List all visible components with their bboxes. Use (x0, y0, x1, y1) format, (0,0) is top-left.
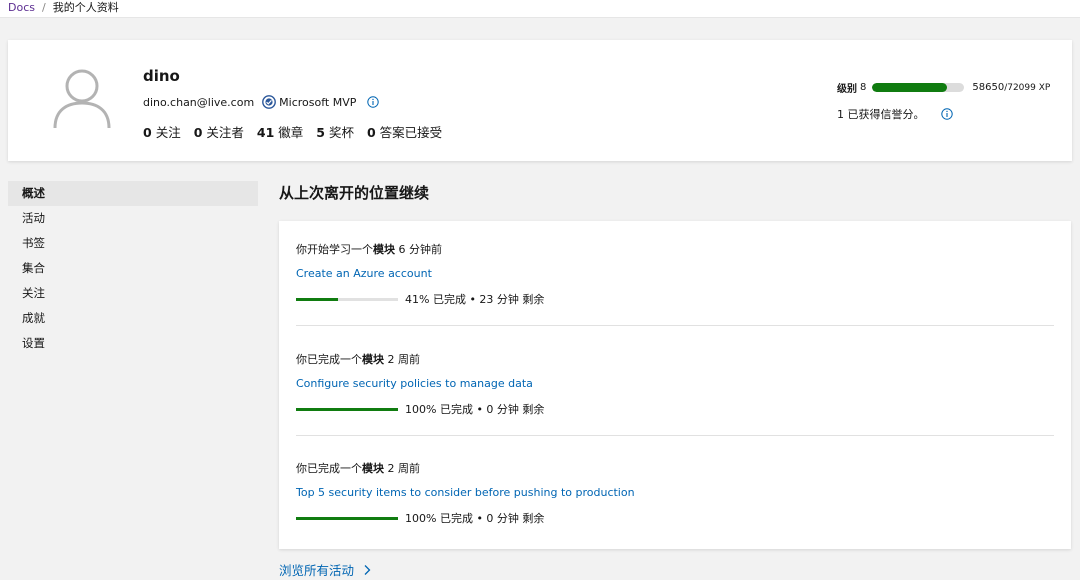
sidebar-item-collections[interactable]: 集合 (8, 256, 258, 281)
activity-progress-bar (296, 407, 398, 411)
profile-email: dino.chan@live.com (143, 95, 255, 109)
info-icon[interactable] (367, 96, 380, 108)
activity-progress-row: 100% 已完成 • 0 分钟 剩余 (296, 401, 1054, 417)
breadcrumb-docs-link[interactable]: Docs (8, 1, 35, 14)
sidebar-item-overview[interactable]: 概述 (8, 181, 258, 206)
activity-title-link[interactable]: Top 5 security items to consider before … (296, 486, 635, 499)
activity-heading: 你开始学习一个模块 6 分钟前 (296, 243, 442, 256)
sidebar-nav: 概述 活动 书签 集合 关注 成就 设置 (8, 181, 258, 356)
reputation-row: 1 已获得信誉分。 (837, 106, 1077, 122)
activity-heading: 你已完成一个模块 2 周前 (296, 353, 420, 366)
stat-accepted-answers[interactable]: 0 答案已接受 (367, 125, 442, 140)
activity-progress-row: 100% 已完成 • 0 分钟 剩余 (296, 510, 1054, 526)
stat-badges[interactable]: 41 徽章 (257, 125, 303, 140)
chevron-right-icon (364, 564, 371, 575)
profile-name: dino (143, 67, 180, 85)
activity-progress-bar (296, 516, 398, 520)
divider (296, 325, 1054, 326)
info-icon[interactable] (940, 108, 953, 120)
activity-progress-status: 41% 已完成 • 23 分钟 剩余 (405, 293, 545, 306)
xp-total: /72099 XP (1004, 83, 1051, 93)
xp-text: 58650/72099 XP (972, 82, 1050, 93)
stat-followers[interactable]: 0 关注者 (194, 125, 244, 140)
activity-card: 你开始学习一个模块 6 分钟前 Create an Azure account … (279, 221, 1071, 549)
profile-badge-label: Microsoft MVP (279, 95, 357, 109)
divider (296, 435, 1054, 436)
activity-item: 你已完成一个模块 2 周前 Configure security policie… (296, 351, 1054, 461)
xp-progress-bar (872, 83, 965, 92)
activity-progress-fill (296, 297, 338, 301)
xp-current: 58650 (972, 82, 1005, 93)
breadcrumb-current: 我的个人资料 (52, 1, 119, 14)
browse-all-label: 浏览所有活动 (279, 563, 355, 578)
browse-all-activity-link[interactable]: 浏览所有活动 (279, 560, 372, 579)
activity-progress-status: 100% 已完成 • 0 分钟 剩余 (405, 403, 545, 416)
breadcrumb-separator: / (41, 1, 46, 14)
sidebar-item-settings[interactable]: 设置 (8, 331, 258, 356)
xp-progress-fill (872, 83, 947, 92)
level-label: 级别 (837, 84, 857, 95)
sidebar-item-following[interactable]: 关注 (8, 281, 258, 306)
activity-heading: 你已完成一个模块 2 周前 (296, 462, 420, 475)
sidebar-item-activity[interactable]: 活动 (8, 206, 258, 231)
breadcrumb: Docs / 我的个人资料 (0, 0, 1080, 18)
activity-item: 你开始学习一个模块 6 分钟前 Create an Azure account … (296, 241, 1054, 351)
activity-title-link[interactable]: Configure security policies to manage da… (296, 377, 533, 390)
avatar-icon (53, 69, 111, 129)
profile-email-row: dino.chan@live.com Microsoft MVP (143, 95, 380, 109)
activity-progress-fill (296, 516, 398, 520)
level-panel: 级别 8 58650/72099 XP 1 已获得信誉分。 (837, 80, 1077, 122)
reputation-text: 1 已获得信誉分。 (837, 108, 925, 121)
profile-stats: 0 关注 0 关注者 41 徽章 5 奖杯 0 答案已接受 (143, 122, 451, 141)
page-title: 从上次离开的位置继续 (279, 184, 430, 202)
mvp-badge-icon (262, 95, 277, 109)
sidebar-item-bookmarks[interactable]: 书签 (8, 231, 258, 256)
level-value: 8 (860, 82, 867, 93)
stat-trophies[interactable]: 5 奖杯 (316, 125, 354, 140)
sidebar-item-achievements[interactable]: 成就 (8, 306, 258, 331)
level-row: 级别 8 58650/72099 XP (837, 80, 1077, 95)
activity-progress-row: 41% 已完成 • 23 分钟 剩余 (296, 291, 1054, 307)
activity-progress-bar (296, 297, 398, 301)
profile-card: dino dino.chan@live.com Microsoft MVP 0 … (8, 40, 1072, 161)
stat-following[interactable]: 0 关注 (143, 125, 181, 140)
activity-progress-fill (296, 407, 398, 411)
activity-progress-status: 100% 已完成 • 0 分钟 剩余 (405, 512, 545, 525)
activity-title-link[interactable]: Create an Azure account (296, 267, 432, 280)
activity-item: 你已完成一个模块 2 周前 Top 5 security items to co… (296, 460, 1054, 570)
